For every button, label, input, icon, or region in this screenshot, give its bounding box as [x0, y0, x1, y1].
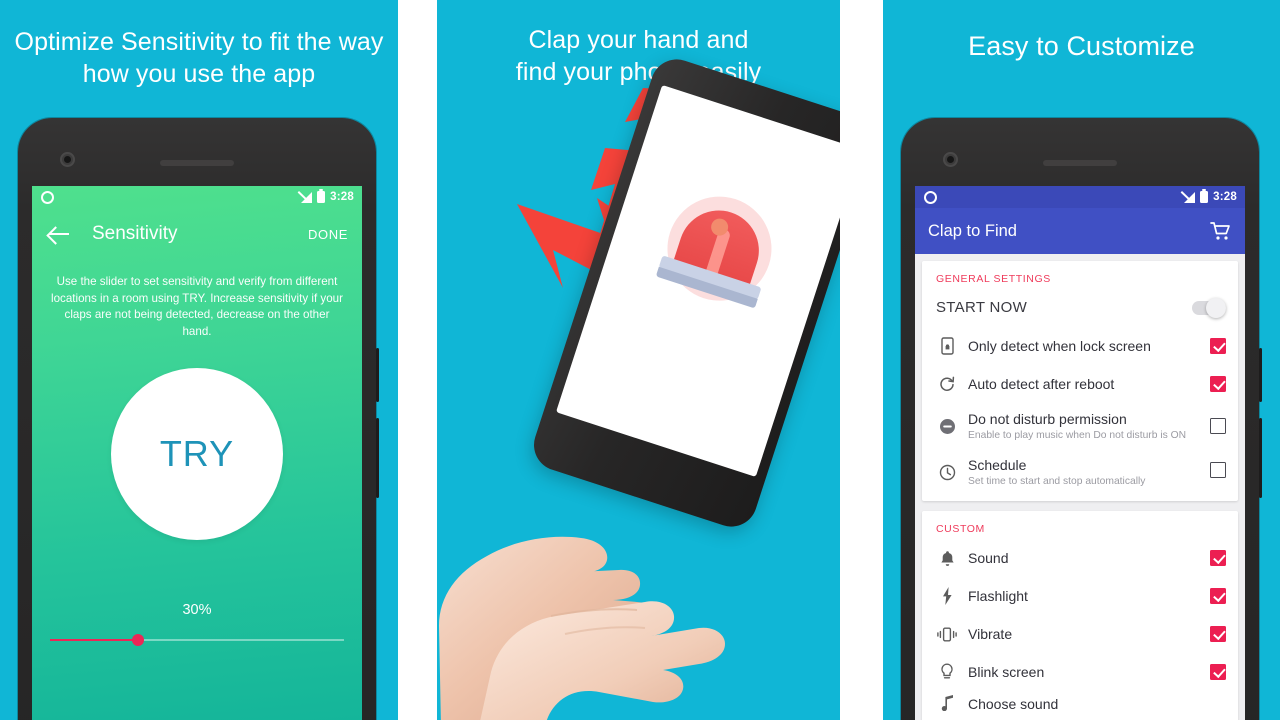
panel-customize: Easy to Customize 3:28 Clap to Find GENE…: [883, 0, 1280, 720]
status-time: 3:28: [330, 191, 354, 203]
try-button-area: TRY: [32, 362, 362, 598]
row-label: Auto detect after reboot: [968, 376, 1115, 392]
row-label: Choose sound: [968, 696, 1059, 712]
panel-sensitivity: Optimize Sensitivity to fit the way how …: [0, 0, 398, 720]
power-button[interactable]: [1259, 348, 1262, 402]
volume-button[interactable]: [376, 418, 379, 498]
status-left: [924, 190, 937, 204]
status-left: [41, 190, 54, 204]
done-button[interactable]: DONE: [308, 227, 348, 242]
battery-icon: [317, 191, 326, 203]
clap-illustration: [437, 0, 840, 720]
screenshot-root: Optimize Sensitivity to fit the way how …: [0, 0, 1280, 720]
start-now-toggle[interactable]: [1192, 298, 1226, 318]
row-choose-sound[interactable]: Choose sound: [922, 691, 1238, 720]
row-label: Schedule: [968, 457, 1027, 473]
status-bar-3: 3:28: [915, 186, 1245, 208]
phone-screen-sensitivity: 3:28 Sensitivity DONE Use the slider to …: [32, 186, 362, 720]
power-button[interactable]: [376, 348, 379, 402]
phone-mockup-1: 3:28 Sensitivity DONE Use the slider to …: [18, 118, 379, 720]
front-camera-icon: [943, 152, 958, 167]
status-bar-1: 3:28: [32, 186, 362, 208]
panel-1-heading: Optimize Sensitivity to fit the way how …: [14, 28, 384, 88]
section-title-custom: CUSTOM: [936, 523, 985, 535]
row-start-now[interactable]: START NOW: [922, 289, 1238, 327]
front-camera-icon: [60, 152, 75, 167]
settings-card-general: GENERAL SETTINGS START NOW Only detect w…: [922, 261, 1238, 501]
row-only-detect-lock-screen[interactable]: Only detect when lock screen: [922, 327, 1238, 365]
phone-screen-alert: [555, 84, 840, 477]
try-button-label: TRY: [159, 433, 235, 474]
clapping-hands-image: [437, 476, 761, 720]
app-bar-settings: Clap to Find: [915, 208, 1245, 254]
row-label: Sound: [968, 550, 1009, 566]
sensitivity-slider[interactable]: [50, 632, 344, 648]
row-schedule[interactable]: Schedule Set time to start and stop auto…: [922, 449, 1238, 495]
vibrate-icon: [936, 626, 958, 643]
row-sublabel: Enable to play music when Do not disturb…: [968, 430, 1187, 441]
checkbox-flashlight[interactable]: [1210, 588, 1226, 604]
checkbox-schedule[interactable]: [1210, 462, 1226, 478]
row-sublabel: Set time to start and stop automatically: [968, 476, 1146, 487]
checkbox-blink-screen[interactable]: [1210, 664, 1226, 680]
clock-icon: [936, 464, 958, 481]
row-auto-detect-after-reboot[interactable]: Auto detect after reboot: [922, 365, 1238, 403]
row-label: Only detect when lock screen: [968, 338, 1151, 354]
row-blink-screen[interactable]: Blink screen: [922, 653, 1238, 691]
checkbox-auto-detect-after-reboot[interactable]: [1210, 376, 1226, 392]
refresh-icon: [936, 376, 958, 392]
battery-icon: [1200, 191, 1209, 203]
checkbox-sound[interactable]: [1210, 550, 1226, 566]
checkbox-do-not-disturb-permission[interactable]: [1210, 418, 1226, 434]
slider-thumb[interactable]: [132, 634, 145, 646]
earpiece-speaker: [1043, 160, 1117, 166]
status-right: 3:28: [297, 191, 354, 203]
app-bar-sensitivity: Sensitivity DONE: [32, 208, 362, 260]
phone-mockup-3: 3:28 Clap to Find GENERAL SETTINGS START…: [901, 118, 1262, 720]
checkbox-vibrate[interactable]: [1210, 626, 1226, 642]
lock-screen-icon: [936, 337, 958, 355]
back-arrow-icon[interactable]: [46, 221, 72, 247]
row-sound[interactable]: Sound: [922, 539, 1238, 577]
row-label: Do not disturb permission: [968, 411, 1127, 427]
status-time: 3:28: [1213, 191, 1237, 203]
bell-icon: [936, 550, 958, 567]
phone-screen-settings: 3:28 Clap to Find GENERAL SETTINGS START…: [915, 186, 1245, 720]
volume-button[interactable]: [1259, 418, 1262, 498]
signal-icon: [1180, 191, 1196, 203]
siren-icon: [636, 165, 802, 331]
earpiece-speaker: [160, 160, 234, 166]
row-do-not-disturb-permission[interactable]: Do not disturb permission Enable to play…: [922, 403, 1238, 449]
row-vibrate[interactable]: Vibrate: [922, 615, 1238, 653]
signal-icon: [297, 191, 313, 203]
notification-dot-icon: [41, 190, 54, 204]
panel-clap-to-find: Clap your hand and find your phone easil…: [437, 0, 840, 720]
row-label: Vibrate: [968, 626, 1013, 642]
bulb-icon: [936, 663, 958, 681]
music-note-icon: [936, 695, 958, 711]
try-button[interactable]: TRY: [111, 368, 283, 540]
app-title: Clap to Find: [928, 221, 1017, 240]
notification-dot-icon: [924, 190, 937, 204]
do-not-disturb-icon: [936, 418, 958, 435]
flashlight-icon: [936, 587, 958, 605]
row-label: Flashlight: [968, 588, 1028, 604]
row-label: START NOW: [936, 299, 1028, 316]
settings-card-custom: CUSTOM Sound Flashlight Vibrate Blink sc…: [922, 511, 1238, 720]
row-flashlight[interactable]: Flashlight: [922, 577, 1238, 615]
row-label: Blink screen: [968, 664, 1045, 680]
sensitivity-percent: 30%: [182, 602, 212, 618]
shopping-cart-icon[interactable]: [1210, 221, 1232, 241]
section-title-general: GENERAL SETTINGS: [936, 273, 1051, 285]
sensitivity-description: Use the slider to set sensitivity and ve…: [51, 275, 343, 338]
status-right: 3:28: [1180, 191, 1237, 203]
slider-fill: [50, 639, 139, 641]
page-title: Sensitivity: [92, 223, 178, 244]
checkbox-only-detect-lock-screen[interactable]: [1210, 338, 1226, 354]
panel-3-heading: Easy to Customize: [968, 31, 1195, 61]
